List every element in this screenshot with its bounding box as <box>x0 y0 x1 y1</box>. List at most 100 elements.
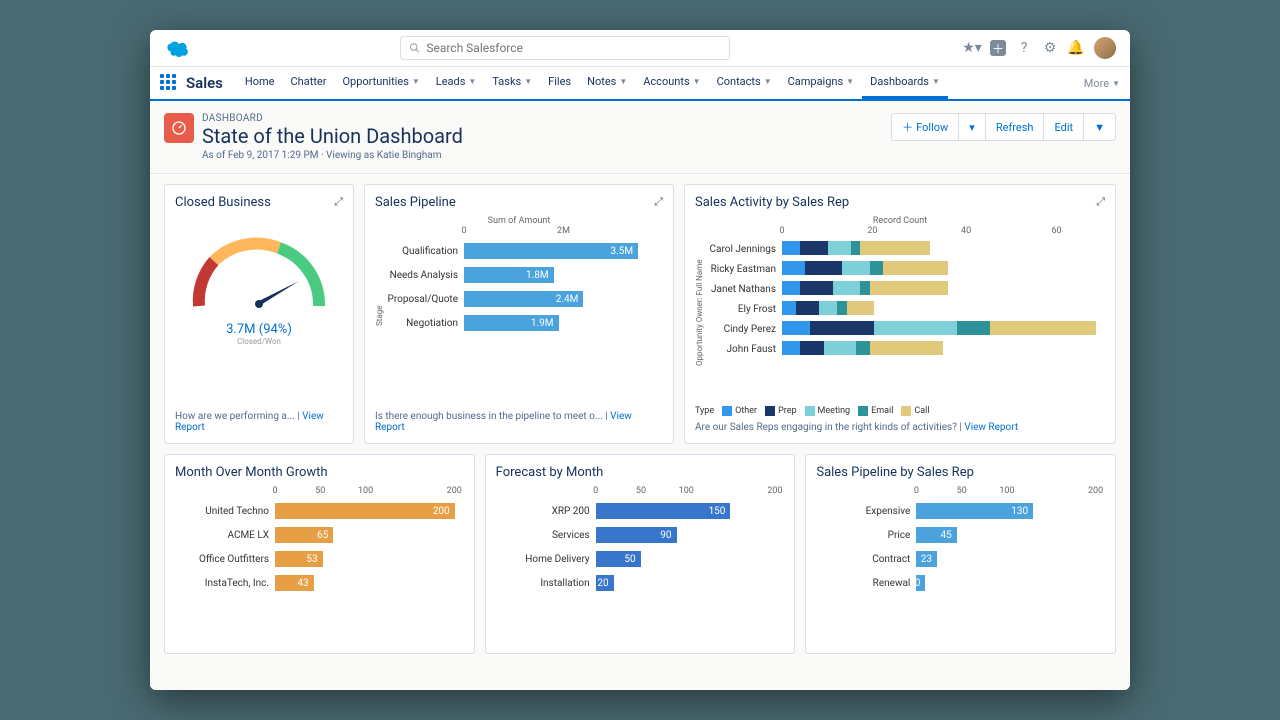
top-bar: ★▾ ＋ ? ⚙ 🔔 <box>150 30 1130 67</box>
nav-opportunities[interactable]: Opportunities ▼ <box>334 67 427 99</box>
follow-button[interactable]: ＋ Follow <box>891 113 959 141</box>
bar: 50 <box>596 551 641 567</box>
x-axis-label: Sum of Amount <box>375 216 663 226</box>
bar: 130 <box>916 503 1033 519</box>
bar-row: XRP 200150 <box>496 500 785 522</box>
refresh-button[interactable]: Refresh <box>986 113 1045 141</box>
edit-button[interactable]: Edit <box>1044 113 1084 141</box>
legend-item: Email <box>858 406 893 416</box>
bar-row: Contract23 <box>816 548 1105 570</box>
bar: 90 <box>596 527 677 543</box>
bar: 10 <box>916 575 925 591</box>
bar-label: Contract <box>816 554 916 565</box>
legend-item: Meeting <box>805 406 851 416</box>
nav-leads[interactable]: Leads ▼ <box>428 67 485 99</box>
segment <box>856 341 870 355</box>
segment <box>824 341 856 355</box>
nav-files[interactable]: Files <box>540 67 579 99</box>
bar-label: Home Delivery <box>496 554 596 565</box>
nav-dashboards[interactable]: Dashboards ▼ <box>862 67 948 99</box>
bar-row: Price45 <box>816 524 1105 546</box>
page-header: DASHBOARD State of the Union Dashboard A… <box>150 101 1130 174</box>
segment <box>870 341 944 355</box>
bar: 2.4M <box>464 291 583 307</box>
bar-row: Services90 <box>496 524 785 546</box>
expand-icon[interactable]: ⤢ <box>334 195 343 209</box>
nav-campaigns[interactable]: Campaigns ▼ <box>780 67 862 99</box>
segment <box>805 261 842 275</box>
nav-chatter[interactable]: Chatter <box>283 67 335 99</box>
bar-label: Services <box>496 530 596 541</box>
bar: 3.5M <box>464 243 638 259</box>
nav-more[interactable]: More ▼ <box>1084 77 1120 90</box>
add-icon[interactable]: ＋ <box>990 40 1006 56</box>
help-icon[interactable]: ? <box>1016 40 1032 56</box>
stacked-row: Carol Jennings <box>704 240 1105 258</box>
bar-label: XRP 200 <box>496 506 596 517</box>
segment <box>883 261 948 275</box>
avatar[interactable] <box>1094 37 1116 59</box>
card-title: Sales Pipeline by Sales Rep <box>816 465 1105 480</box>
dashboard-icon <box>164 113 194 143</box>
bar: 20 <box>596 575 614 591</box>
nav-home[interactable]: Home <box>237 67 283 99</box>
stacked-row: Cindy Perez <box>704 320 1105 338</box>
stacked-row: Ely Frost <box>704 300 1105 318</box>
segment <box>870 261 884 275</box>
card-title: Sales Pipeline <box>375 195 663 210</box>
bar-row: Expensive130 <box>816 500 1105 522</box>
legend-item: Call <box>901 406 929 416</box>
card-sales-pipeline: Sales Pipeline ⤢ Sum of Amount Stage 02M… <box>364 184 674 444</box>
segment <box>782 321 810 335</box>
bar-label: Negotiation <box>384 318 464 329</box>
bar-label: InstaTech, Inc. <box>175 578 275 589</box>
search-icon <box>409 42 420 54</box>
nav-contacts[interactable]: Contacts ▼ <box>709 67 780 99</box>
bar-row: United Techno200 <box>175 500 464 522</box>
segment <box>837 301 846 315</box>
gauge-chart: 3.7M (94%) Closed/Won <box>175 216 343 356</box>
bar-label: Installation <box>496 578 596 589</box>
bar-label: Office Outfitters <box>175 554 275 565</box>
segment <box>782 301 796 315</box>
segment <box>957 321 989 335</box>
legend: TypeOtherPrepMeetingEmailCall <box>695 406 1105 416</box>
salesforce-logo-icon <box>164 39 190 57</box>
dashboard-content: Closed Business ⤢ 3.7M (94%) Closed/Won … <box>150 174 1130 690</box>
segment <box>870 281 948 295</box>
legend-item: Prep <box>765 406 796 416</box>
bar-row: ACME LX65 <box>175 524 464 546</box>
card-forecast: Forecast by Month 050100200 XRP 200150Se… <box>485 454 796 654</box>
bar: 43 <box>275 575 314 591</box>
segment <box>782 261 805 275</box>
nav-accounts[interactable]: Accounts ▼ <box>635 67 708 99</box>
bar-row: Office Outfitters53 <box>175 548 464 570</box>
search-input[interactable] <box>426 41 721 55</box>
y-axis-label: Stage <box>375 226 384 405</box>
search-box[interactable] <box>400 36 730 60</box>
bar-label: Qualification <box>384 246 464 257</box>
expand-icon[interactable]: ⤢ <box>654 195 663 209</box>
setup-gear-icon[interactable]: ⚙ <box>1042 40 1058 56</box>
follow-dropdown[interactable]: ▾ <box>959 113 986 141</box>
bar-row: Needs Analysis1.8M <box>384 264 663 286</box>
segment <box>796 301 819 315</box>
nav-tasks[interactable]: Tasks ▼ <box>484 67 540 99</box>
nav-notes[interactable]: Notes ▼ <box>579 67 635 99</box>
segment <box>990 321 1096 335</box>
expand-icon[interactable]: ⤢ <box>1096 195 1105 209</box>
favorites-icon[interactable]: ★▾ <box>964 40 980 56</box>
app-launcher-icon[interactable] <box>160 74 178 92</box>
more-actions-dropdown[interactable]: ▼ <box>1084 113 1116 141</box>
view-report-link[interactable]: View Report <box>964 422 1018 433</box>
segment <box>819 301 837 315</box>
bar-row: Renewal10 <box>816 572 1105 594</box>
stacked-row: Ricky Eastman <box>704 260 1105 278</box>
segment <box>782 281 800 295</box>
segment <box>800 241 828 255</box>
segment <box>860 241 929 255</box>
notifications-bell-icon[interactable]: 🔔 <box>1068 40 1084 56</box>
app-name: Sales <box>186 74 223 92</box>
card-title: Sales Activity by Sales Rep <box>695 195 1105 210</box>
card-mom-growth: Month Over Month Growth 050100200 United… <box>164 454 475 654</box>
